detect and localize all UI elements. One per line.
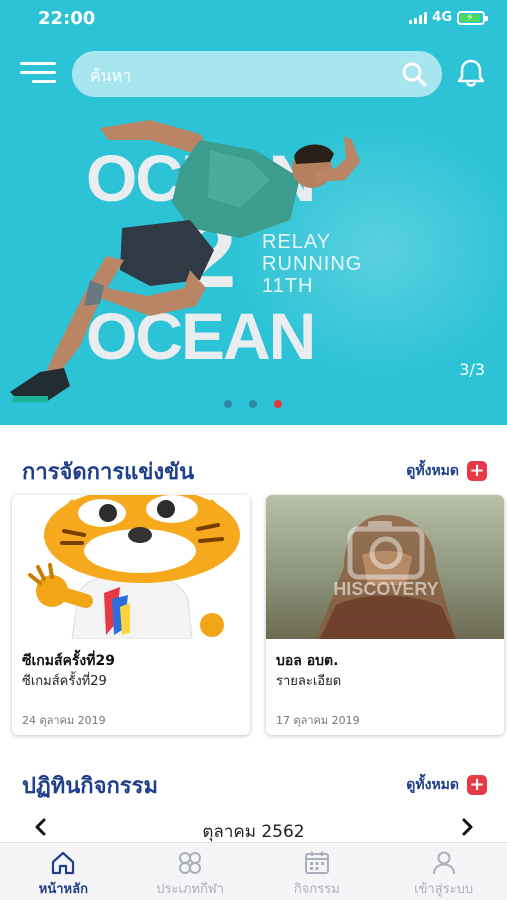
- carousel-dot-1[interactable]: [224, 400, 232, 408]
- photo-watermark: HISCOVERY: [333, 579, 438, 599]
- card-title: ซีเกมส์ครั้งที่29: [22, 653, 115, 669]
- chevron-right-icon[interactable]: [456, 816, 478, 838]
- user-icon: [432, 851, 455, 875]
- status-time: 22:00: [38, 8, 96, 29]
- top-bar: ค้นหา: [0, 48, 507, 100]
- carousel-dot-3[interactable]: [274, 400, 282, 408]
- bottom-nav: หน้าหลัก ประเภทกีฬา กิจกรรม เข้าสู่ระบบ: [0, 842, 507, 900]
- network-type: 4G: [432, 10, 452, 25]
- menu-button[interactable]: [20, 62, 58, 86]
- competitions-header: การจัดการแข่งขัน ดูทั้งหมด +: [0, 448, 507, 488]
- slide-counter: 3/3: [459, 360, 485, 379]
- calendar-header: ปฏิทินกิจกรรม ดูทั้งหมด +: [0, 762, 507, 802]
- runner-illustration: [10, 120, 360, 402]
- plus-icon: +: [467, 461, 487, 481]
- card-title: บอล อบต.: [276, 653, 339, 669]
- calendar-see-all-button[interactable]: ดูทั้งหมด +: [406, 774, 487, 796]
- nav-label: ประเภทกีฬา: [156, 882, 225, 897]
- card-subtitle: ซีเกมส์ครั้งที่29: [22, 674, 107, 689]
- banner-artwork: OCEAN 2 OCEAN RELAY RUNNING 11TH: [0, 110, 507, 425]
- status-bar: 22:00 4G ⚡: [0, 0, 507, 36]
- search-input[interactable]: ค้นหา: [72, 51, 442, 97]
- month-label: ตุลาคม 2562: [202, 822, 305, 842]
- status-indicators: 4G ⚡: [409, 10, 488, 25]
- mascot-image: [12, 495, 250, 639]
- see-all-label: ดูทั้งหมด: [406, 777, 459, 793]
- carousel-dot-2[interactable]: [249, 400, 257, 408]
- bell-icon[interactable]: [454, 56, 488, 90]
- nav-item-activities[interactable]: กิจกรรม: [254, 843, 381, 900]
- sports-icon: [179, 852, 202, 874]
- search-placeholder: ค้นหา: [90, 66, 132, 85]
- see-all-label: ดูทั้งหมด: [406, 463, 459, 479]
- nav-item-sports[interactable]: ประเภทกีฬา: [127, 843, 254, 900]
- competition-card[interactable]: HISCOVERY บอล อบต. รายละเอียด 17 ตุลาคม …: [266, 495, 504, 735]
- hero-banner[interactable]: 22:00 4G ⚡ ค้นหา OCEAN RELAY RUNNING 11T…: [0, 0, 507, 425]
- home-icon: [52, 851, 75, 875]
- nav-label: เข้าสู่ระบบ: [414, 882, 474, 897]
- calendar-title: ปฏิทินกิจกรรม: [22, 774, 158, 799]
- nav-item-home[interactable]: หน้าหลัก: [0, 843, 127, 900]
- month-selector: ตุลาคม 2562: [0, 812, 507, 842]
- competition-cards: ซีเกมส์ครั้งที่29 ซีเกมส์ครั้งที่29 24 ต…: [12, 495, 507, 740]
- competitions-see-all-button[interactable]: ดูทั้งหมด +: [406, 460, 487, 482]
- search-icon[interactable]: [400, 60, 428, 88]
- competition-card[interactable]: ซีเกมส์ครั้งที่29 ซีเกมส์ครั้งที่29 24 ต…: [12, 495, 250, 735]
- calendar-icon: [304, 851, 329, 874]
- nav-item-login[interactable]: เข้าสู่ระบบ: [380, 843, 507, 900]
- card-date: 24 ตุลาคม 2019: [22, 714, 106, 727]
- nav-label: กิจกรรม: [293, 882, 340, 897]
- menu-icon: [20, 62, 56, 65]
- app-screen: 22:00 4G ⚡ ค้นหา OCEAN RELAY RUNNING 11T…: [0, 0, 507, 900]
- battery-icon: ⚡: [457, 10, 488, 25]
- card-date: 17 ตุลาคม 2019: [276, 714, 360, 727]
- nav-label: หน้าหลัก: [38, 882, 88, 897]
- competitions-title: การจัดการแข่งขัน: [22, 460, 195, 485]
- carousel-dots: [224, 400, 282, 408]
- card-subtitle: รายละเอียด: [276, 674, 342, 689]
- signal-icon: [409, 11, 428, 24]
- plus-icon: +: [467, 775, 487, 795]
- event-photo: HISCOVERY: [266, 495, 504, 639]
